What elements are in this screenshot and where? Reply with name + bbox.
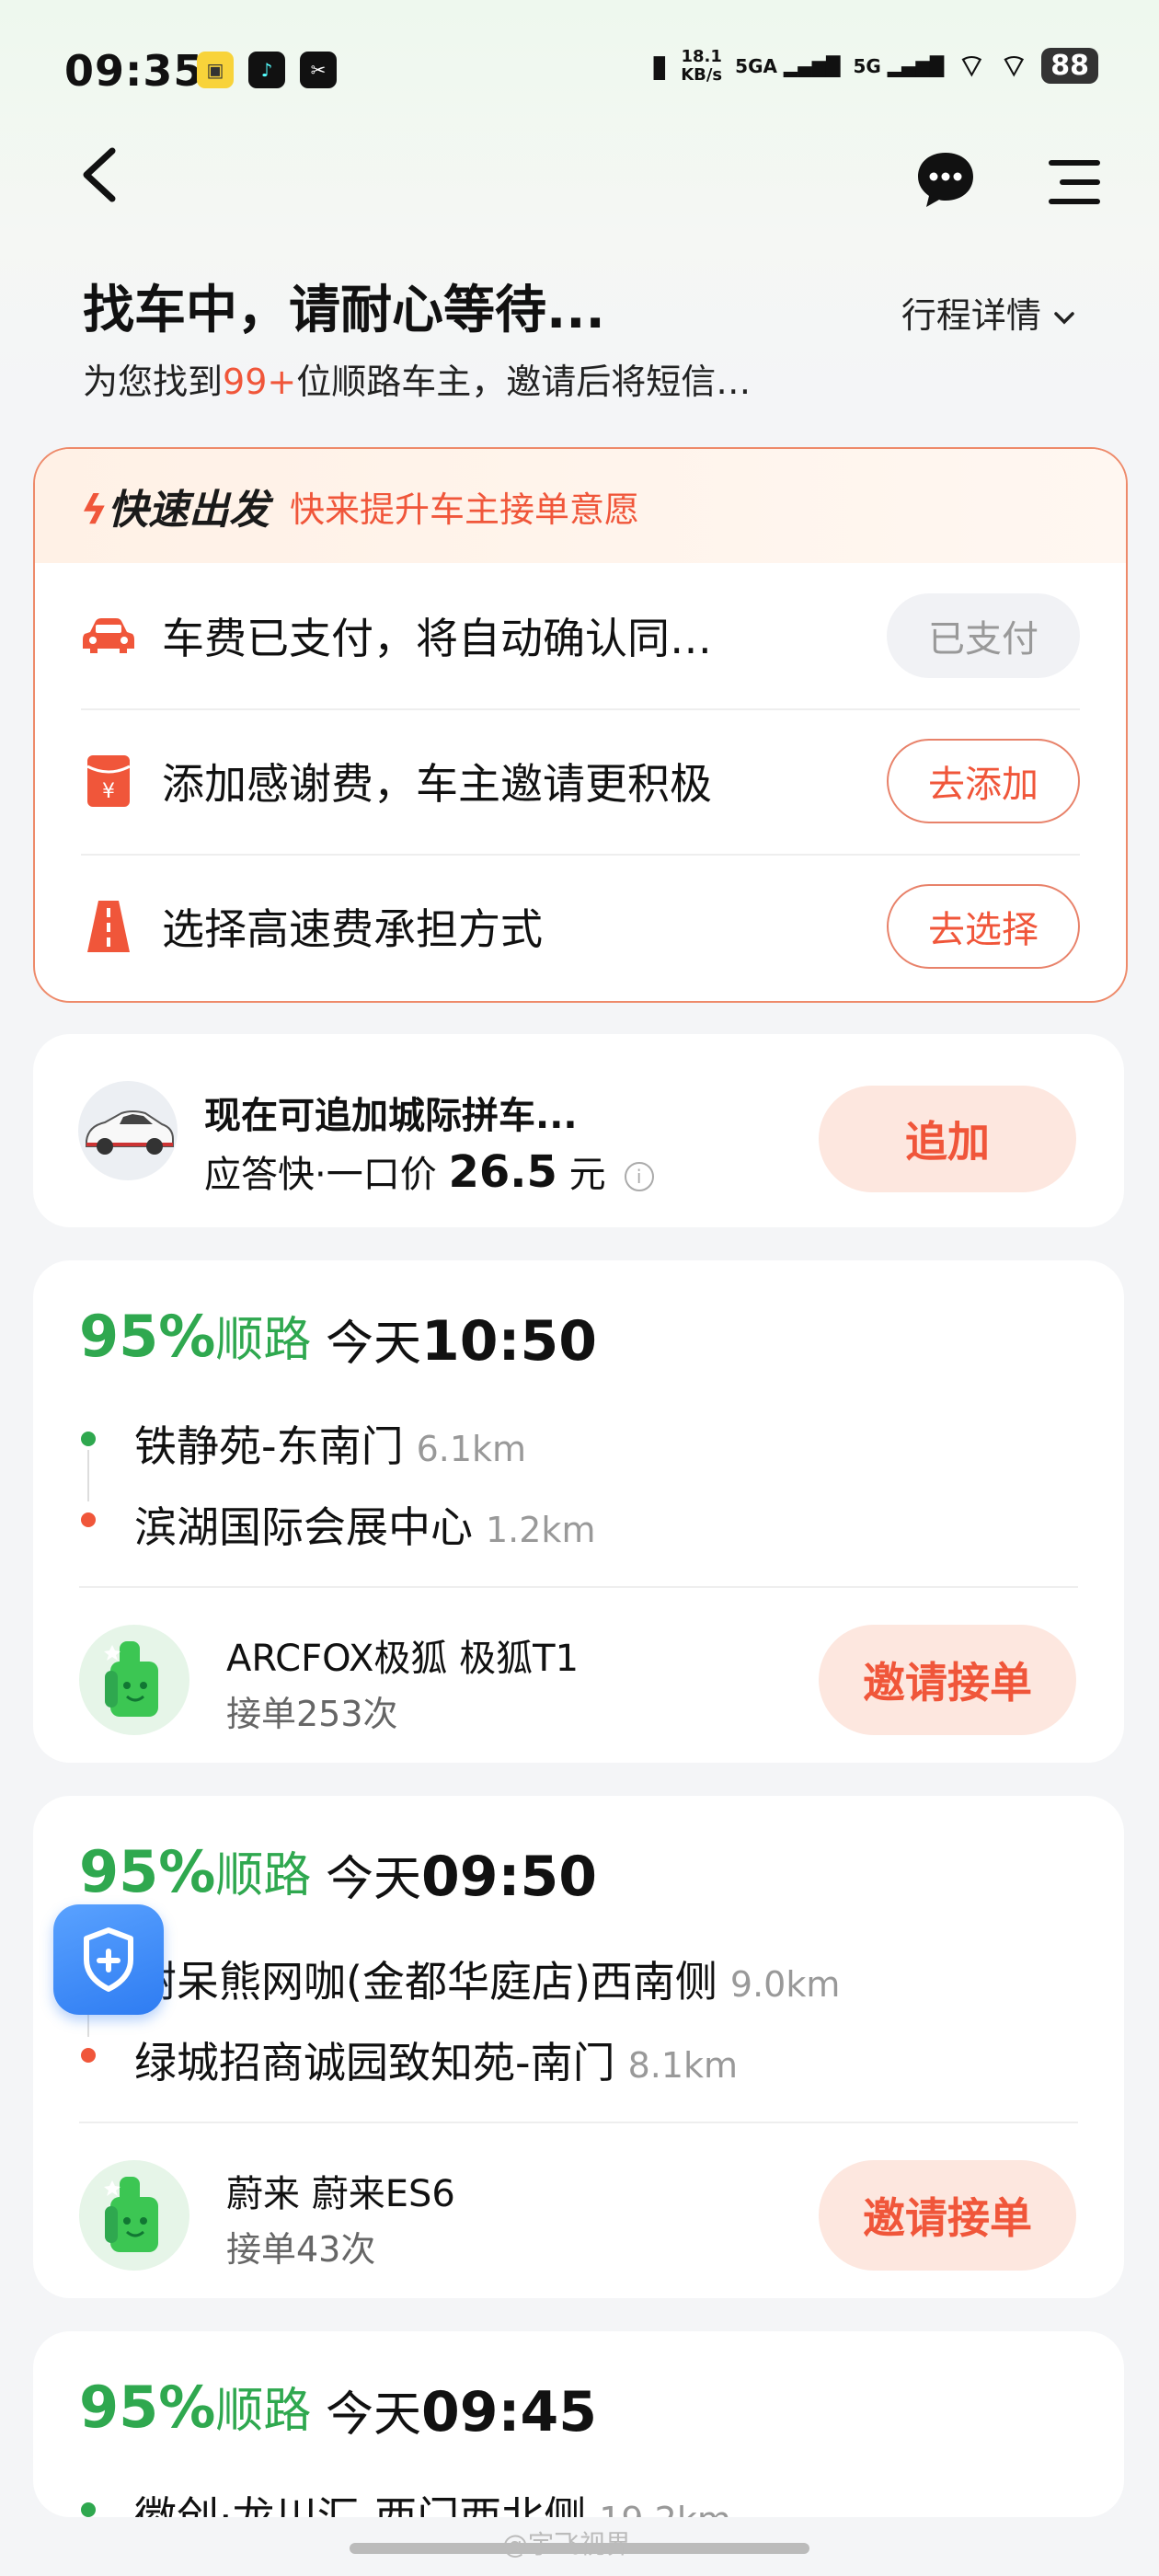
quick-depart-tagline: 快来提升车主接单意愿 xyxy=(290,489,640,530)
safety-shield-button[interactable] xyxy=(53,1904,164,2015)
car-icon xyxy=(81,608,136,663)
paid-row: 车费已支付，将自动确认同… 已支付 xyxy=(81,563,1080,710)
highway-fee-text: 选择高速费承担方式 xyxy=(162,904,543,954)
tiktok-icon: ♪ xyxy=(248,52,285,88)
quick-depart-card: ϟ快速出发 快来提升车主接单意愿 车费已支付，将自动确认同… 已支付 ¥ 添加感… xyxy=(33,447,1128,1003)
trip-detail-toggle[interactable]: 行程详情 xyxy=(901,287,1076,338)
avatar xyxy=(79,2160,189,2271)
chat-bubble-icon xyxy=(918,153,973,207)
status-icons: ▮ 18.1 KB/s 5GA ▂▄▆█ 5G ▂▄▆█ ⌔ ⌔ 88 xyxy=(650,46,1098,86)
driver-card[interactable]: 95%顺路 今天09:45 徽创·龙川汇-西门西北侧19.2km xyxy=(33,2331,1124,2517)
destination-dot xyxy=(81,2048,96,2063)
destination-dot xyxy=(81,1512,96,1527)
thank-fee-text: 添加感谢费，车主邀请更积极 xyxy=(162,759,712,809)
thank-fee-row: ¥ 添加感谢费，车主邀请更积极 去添加 xyxy=(81,708,1080,856)
invite-driver-button[interactable]: 邀请接单 xyxy=(819,2160,1076,2271)
driver-card[interactable]: 95%顺路 今天09:50 树呆熊网咖(金都华庭店)西南侧 9.0km 绿城招商诚… xyxy=(33,1796,1124,2298)
departure-time: 今天09:45 xyxy=(326,2380,598,2444)
intercity-promo-card[interactable]: 现在可追加城际拼车... 应答快·一口价 26.5 元i 追加 xyxy=(33,1034,1124,1227)
capcut-icon: ✂ xyxy=(300,52,337,88)
wifi-icon: ⌔ xyxy=(957,48,987,85)
red-packet-icon: ¥ xyxy=(81,753,136,809)
car-model: 蔚来 蔚来ES6 xyxy=(226,2173,455,2215)
origin-stop: 铁静苑-东南门 6.1km xyxy=(134,1421,527,1471)
svg-text:¥: ¥ xyxy=(102,780,115,803)
order-count: 接单253次 xyxy=(226,1694,398,1734)
car-image xyxy=(78,1081,178,1180)
promo-price-line: 应答快·一口价 26.5 元i xyxy=(204,1144,654,1198)
app-notification-icon: ▣ xyxy=(197,52,234,88)
back-button[interactable] xyxy=(74,138,129,212)
paid-text: 车费已支付，将自动确认同… xyxy=(162,614,712,663)
highway-fee-row: 选择高速费承担方式 去选择 xyxy=(81,854,1080,999)
choose-highway-button[interactable]: 去选择 xyxy=(887,884,1080,969)
order-count: 接单43次 xyxy=(226,2229,376,2270)
thumbs-up-mascot-icon xyxy=(104,2177,158,2252)
origin-dot xyxy=(81,1432,96,1446)
lightning-icon: ϟ xyxy=(81,487,109,534)
origin-dot xyxy=(81,2502,96,2517)
driver-card[interactable]: 95%顺路 今天10:50 铁静苑-东南门 6.1km 滨湖国际会展中心 1.2km… xyxy=(33,1260,1124,1763)
invite-driver-button[interactable]: 邀请接单 xyxy=(819,1625,1076,1735)
signal-5ga: 5GA ▂▄▆█ xyxy=(735,54,841,77)
menu-icon xyxy=(1049,160,1100,204)
info-icon[interactable]: i xyxy=(624,1162,654,1191)
page-title: 找车中，请耐心等待... xyxy=(83,281,605,340)
add-thank-fee-button[interactable]: 去添加 xyxy=(887,739,1080,823)
net-speed: 18.1 KB/s xyxy=(681,46,723,85)
chevron-left-icon xyxy=(83,147,116,202)
menu-button[interactable] xyxy=(1047,156,1102,208)
watermark: @宇飞视界 xyxy=(502,2529,632,2559)
status-time: 09:35 xyxy=(64,46,204,96)
origin-stop: 树呆熊网咖(金都华庭店)西南侧 9.0km xyxy=(134,1957,841,2007)
signal-5g: 5G ▂▄▆█ xyxy=(853,54,945,77)
highway-icon xyxy=(81,899,136,954)
driver-count: 99+ xyxy=(223,362,297,402)
wifi-icon-2: ⌔ xyxy=(999,48,1029,85)
shield-icon xyxy=(84,1927,133,1992)
quick-depart-logo: ϟ快速出发 xyxy=(81,487,270,534)
departure-time: 今天09:50 xyxy=(326,1845,598,1909)
promo-title: 现在可追加城际拼车... xyxy=(204,1095,578,1137)
chevron-down-icon xyxy=(1054,311,1074,324)
car-model: ARCFOX极狐 极狐T1 xyxy=(226,1638,580,1680)
route-line xyxy=(87,1450,89,1501)
vibrate-icon: ▮ xyxy=(650,47,669,85)
origin-stop: 徽创·龙川汇-西门西北侧19.2km xyxy=(134,2492,731,2517)
message-button[interactable] xyxy=(914,149,977,212)
destination-stop: 滨湖国际会展中心 1.2km xyxy=(134,1502,596,1552)
battery: 88 xyxy=(1041,48,1098,84)
page-subtitle: 为您找到99+位顺路车主，邀请后将短信… xyxy=(83,362,752,402)
thumbs-up-mascot-icon xyxy=(104,1641,158,1717)
destination-stop: 绿城招商诚园致知苑-南门 8.1km xyxy=(134,2038,739,2087)
quick-depart-header: ϟ快速出发 快来提升车主接单意愿 xyxy=(35,449,1126,563)
add-intercity-button[interactable]: 追加 xyxy=(819,1086,1076,1192)
match-percent: 95%顺路 xyxy=(79,2374,312,2441)
match-percent: 95%顺路 xyxy=(79,1838,312,1905)
avatar xyxy=(79,1625,189,1735)
promo-price: 26.5 xyxy=(448,1146,557,1198)
divider xyxy=(79,2122,1078,2123)
divider xyxy=(79,1586,1078,1588)
departure-time: 今天10:50 xyxy=(326,1309,598,1374)
match-percent: 95%顺路 xyxy=(79,1303,312,1370)
paid-status-button[interactable]: 已支付 xyxy=(887,593,1080,678)
